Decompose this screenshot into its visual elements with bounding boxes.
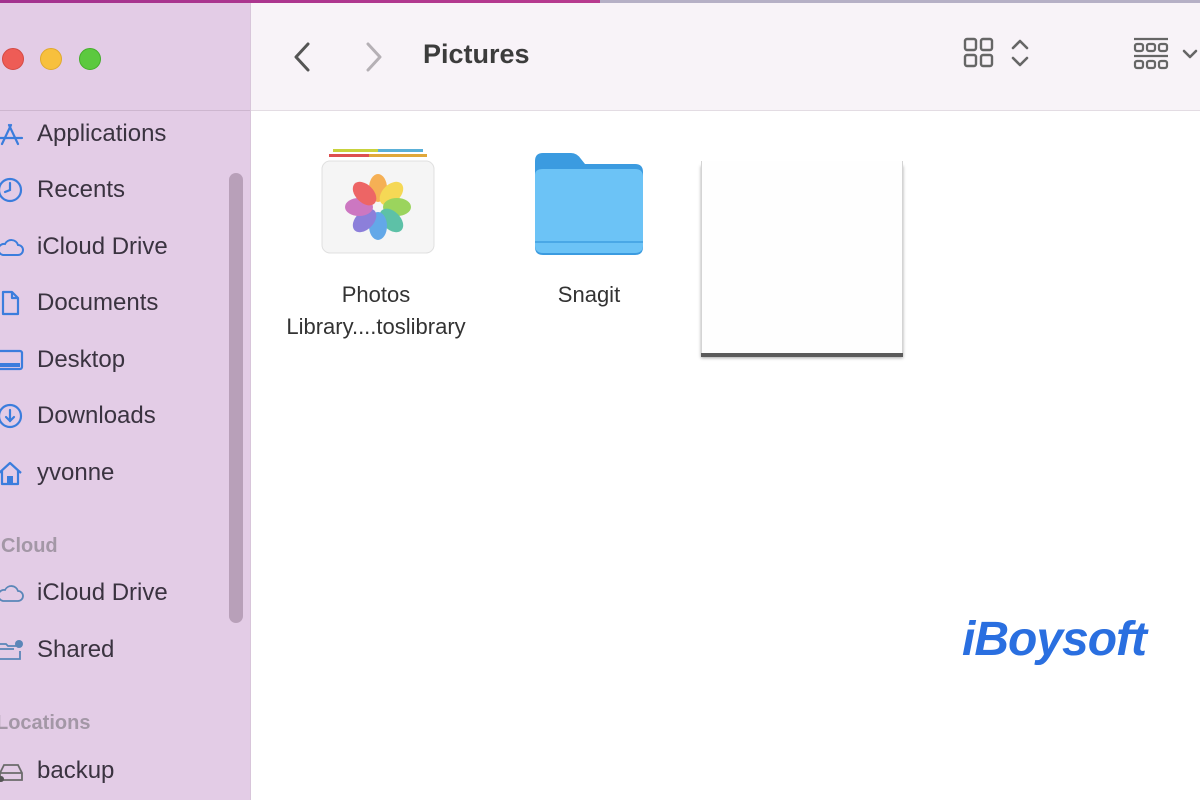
sidebar-scrollbar[interactable] (229, 173, 243, 623)
app-store-icon (0, 119, 26, 149)
file-name-line2: Library....toslibrary (286, 314, 466, 339)
sidebar-item-shared[interactable]: Shared (0, 632, 114, 668)
photos-library-icon (321, 149, 435, 254)
sidebar-item-home[interactable]: yvonne (0, 455, 114, 491)
sidebar-item-cloud-icloud-drive[interactable]: iCloud Drive (0, 575, 168, 611)
sidebar: Applications Recents iCloud Drive Docume… (0, 3, 251, 800)
sidebar-section-locations: Locations (0, 712, 91, 734)
blank-document-thumbnail[interactable] (701, 161, 903, 353)
sidebar-item-label: Shared (37, 636, 115, 663)
cloud-icon (0, 232, 26, 262)
cloud-icon (0, 578, 26, 608)
folder-icon (535, 153, 643, 255)
file-name-line1: Photos (341, 282, 411, 307)
toolbar: Pictures (251, 3, 1200, 111)
sidebar-item-recents[interactable]: Recents (0, 172, 125, 208)
sidebar-item-label: yvonne (37, 459, 115, 486)
close-window-button[interactable] (2, 48, 24, 70)
sidebar-item-downloads[interactable]: Downloads (0, 398, 156, 434)
back-button[interactable] (288, 39, 318, 75)
sidebar-item-label: Recents (37, 176, 126, 203)
chevron-right-icon (366, 42, 382, 72)
sidebar-item-label: backup (37, 757, 115, 784)
shared-folder-icon (0, 635, 26, 665)
document-icon (0, 288, 26, 318)
window-title: Pictures (423, 39, 530, 69)
sidebar-item-label: iCloud Drive (37, 233, 168, 260)
sidebar-section-cloud: Cloud (1, 535, 58, 557)
clock-icon (0, 175, 26, 205)
download-icon (0, 401, 26, 431)
file-name-label: Snagit (557, 282, 621, 307)
sidebar-divider (0, 110, 250, 111)
group-by-button[interactable] (1132, 36, 1200, 72)
icon-grid-view-icon (963, 37, 994, 68)
sidebar-item-label: Downloads (37, 402, 156, 429)
forward-button[interactable] (358, 39, 388, 75)
drive-icon (0, 756, 26, 786)
group-by-icon (1133, 37, 1169, 70)
sidebar-item-documents[interactable]: Documents (0, 285, 158, 321)
sidebar-item-backup[interactable]: backup (0, 753, 114, 789)
sidebar-item-desktop[interactable]: Desktop (0, 342, 125, 378)
sidebar-item-label: Desktop (37, 346, 126, 373)
desktop-icon (0, 345, 26, 375)
sidebar-item-label: Applications (37, 120, 167, 147)
minimize-window-button[interactable] (40, 48, 62, 70)
up-down-chevron-icon (1011, 39, 1029, 67)
zoom-window-button[interactable] (79, 48, 101, 70)
file-browser-content: Photos Library....toslibrary Snagit (251, 111, 1200, 800)
chevron-down-icon (1182, 49, 1198, 59)
home-icon (0, 458, 26, 488)
sidebar-item-label: Documents (37, 289, 159, 316)
file-name-label: Photos Library....toslibrary (271, 279, 481, 343)
chevron-left-icon (294, 42, 310, 72)
sidebar-item-icloud-drive[interactable]: iCloud Drive (0, 229, 168, 265)
sidebar-item-applications[interactable]: Applications (0, 116, 166, 152)
sidebar-item-label: iCloud Drive (37, 579, 168, 606)
iboysoft-watermark-logo: iBoysoft (962, 613, 1147, 666)
view-mode-button[interactable] (963, 36, 1031, 70)
